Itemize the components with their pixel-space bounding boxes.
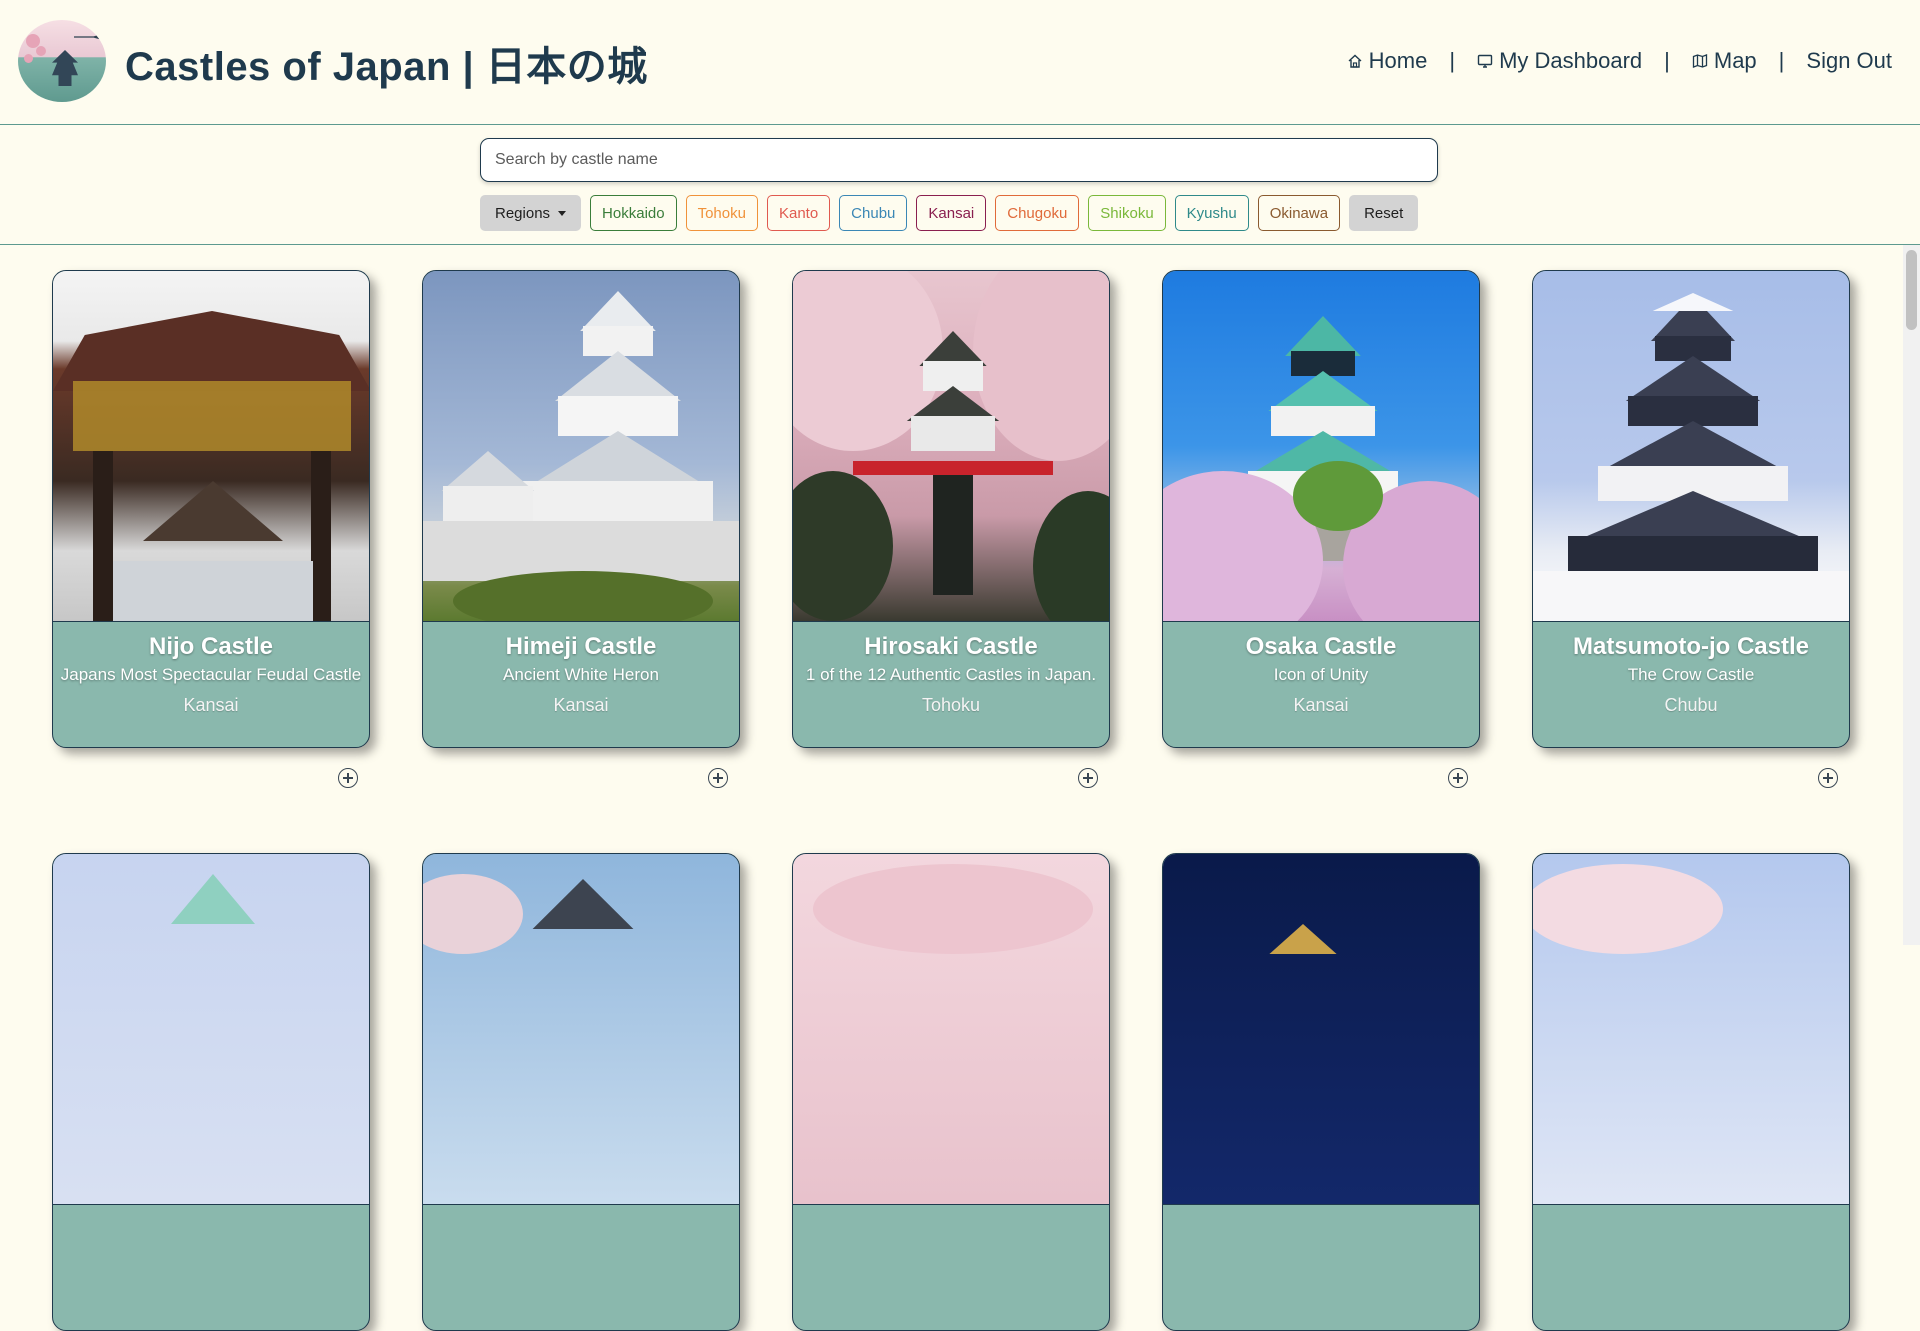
main-nav: Home | My Dashboard | Map | Sign Out [1347, 48, 1892, 74]
castle-card[interactable] [52, 853, 370, 1331]
nav-separator: | [1664, 48, 1670, 73]
castle-photo [1163, 854, 1479, 1205]
home-icon [1348, 54, 1362, 68]
site-header: Castles of Japan | 日本の城 Home | My Dashbo… [0, 0, 1920, 125]
nav-map-link[interactable]: Map [1692, 48, 1757, 74]
nav-dashboard-link[interactable]: My Dashboard [1477, 48, 1642, 74]
card-tagline: Icon of Unity [1273, 665, 1369, 684]
card-title: Osaka Castle [1245, 633, 1397, 660]
card-region: Chubu [1664, 695, 1718, 715]
page-scrollbar[interactable] [1903, 245, 1920, 945]
region-filters: Regions Hokkaido Tohoku Kanto Chubu Kans… [480, 195, 1419, 231]
filter-kanto-button[interactable]: Kanto [766, 195, 831, 231]
add-favorite-icon[interactable] [708, 768, 728, 788]
regions-dropdown-label: Regions [495, 204, 551, 222]
card-region: Tohoku [921, 695, 981, 715]
card-tagline: Ancient White Heron [503, 665, 659, 684]
card-region: Kansai [1293, 695, 1349, 715]
castle-card[interactable]: Hirosaki Castle 1 of the 12 Authentic Ca… [792, 270, 1110, 748]
castle-photo [423, 854, 739, 1205]
filter-tohoku-button[interactable]: Tohoku [685, 195, 758, 231]
chevron-down-icon [558, 210, 567, 216]
nav-home-label: Home [1368, 48, 1428, 73]
filter-hokkaido-button[interactable]: Hokkaido [590, 195, 677, 231]
nav-signout-link[interactable]: Sign Out [1806, 48, 1892, 74]
castle-photo [53, 854, 369, 1205]
nav-separator: | [1449, 48, 1456, 73]
map-icon [1692, 54, 1708, 68]
section-divider [0, 244, 1920, 245]
nav-home-link[interactable]: Home [1347, 48, 1428, 74]
card-title: Himeji Castle [505, 633, 657, 660]
castle-card[interactable]: Matsumoto-jo Castle The Crow Castle Chub… [1532, 270, 1850, 748]
castle-card[interactable]: Osaka Castle Icon of Unity Kansai [1162, 270, 1480, 748]
reset-button[interactable]: Reset [1349, 195, 1419, 231]
card-info: Nijo Castle Japans Most Spectacular Feud… [53, 631, 369, 716]
castle-icon [52, 50, 78, 86]
card-title: Hirosaki Castle [864, 633, 1038, 660]
add-favorite-icon[interactable] [1448, 768, 1468, 788]
filter-kansai-button[interactable]: Kansai [916, 195, 987, 231]
blossom-icon [36, 46, 46, 56]
search-input[interactable] [480, 138, 1438, 182]
castle-photo [53, 271, 369, 622]
castle-card[interactable] [1532, 853, 1850, 1331]
castle-photo [1163, 271, 1479, 622]
add-favorite-icon[interactable] [1818, 768, 1838, 788]
card-tagline: 1 of the 12 Authentic Castles in Japan. [805, 665, 1097, 684]
castle-photo [793, 271, 1109, 622]
filter-chubu-button[interactable]: Chubu [839, 195, 908, 231]
card-title: Nijo Castle [148, 633, 274, 660]
card-info: Hirosaki Castle 1 of the 12 Authentic Ca… [793, 631, 1109, 716]
castle-card[interactable]: Nijo Castle Japans Most Spectacular Feud… [52, 270, 370, 748]
airplane-icon [74, 34, 102, 40]
castle-card[interactable]: Himeji Castle Ancient White Heron Kansai [422, 270, 740, 748]
castle-photo [423, 271, 739, 622]
castle-card[interactable] [1162, 853, 1480, 1331]
nav-signout-label: Sign Out [1806, 48, 1892, 73]
card-tagline: Japans Most Spectacular Feudal Castle [60, 665, 362, 684]
castle-photo [1533, 271, 1849, 622]
regions-dropdown-button[interactable]: Regions [480, 195, 582, 231]
monitor-icon [1477, 54, 1493, 68]
castle-card[interactable] [792, 853, 1110, 1331]
scrollbar-thumb[interactable] [1906, 250, 1917, 330]
card-tagline: The Crow Castle [1627, 665, 1755, 684]
filter-kyushu-button[interactable]: Kyushu [1174, 195, 1249, 231]
card-title: Matsumoto-jo Castle [1572, 633, 1809, 660]
add-favorite-icon[interactable] [1078, 768, 1098, 788]
site-logo[interactable] [18, 20, 106, 102]
nav-separator: | [1778, 48, 1785, 73]
nav-dashboard-label: My Dashboard [1499, 48, 1643, 73]
site-title: Castles of Japan | 日本の城 [125, 45, 648, 89]
blossom-icon [24, 54, 33, 63]
filter-okinawa-button[interactable]: Okinawa [1257, 195, 1341, 231]
castle-photo [793, 854, 1109, 1205]
card-info: Matsumoto-jo Castle The Crow Castle Chub… [1533, 631, 1849, 716]
nav-map-label: Map [1713, 48, 1757, 73]
card-region: Kansai [183, 695, 239, 715]
card-info: Osaka Castle Icon of Unity Kansai [1163, 631, 1479, 716]
castle-photo [1533, 854, 1849, 1205]
add-favorite-icon[interactable] [338, 768, 358, 788]
filter-chugoku-button[interactable]: Chugoku [995, 195, 1080, 231]
card-region: Kansai [553, 695, 609, 715]
castle-card[interactable] [422, 853, 740, 1331]
card-info: Himeji Castle Ancient White Heron Kansai [423, 631, 739, 716]
filter-shikoku-button[interactable]: Shikoku [1088, 195, 1166, 231]
